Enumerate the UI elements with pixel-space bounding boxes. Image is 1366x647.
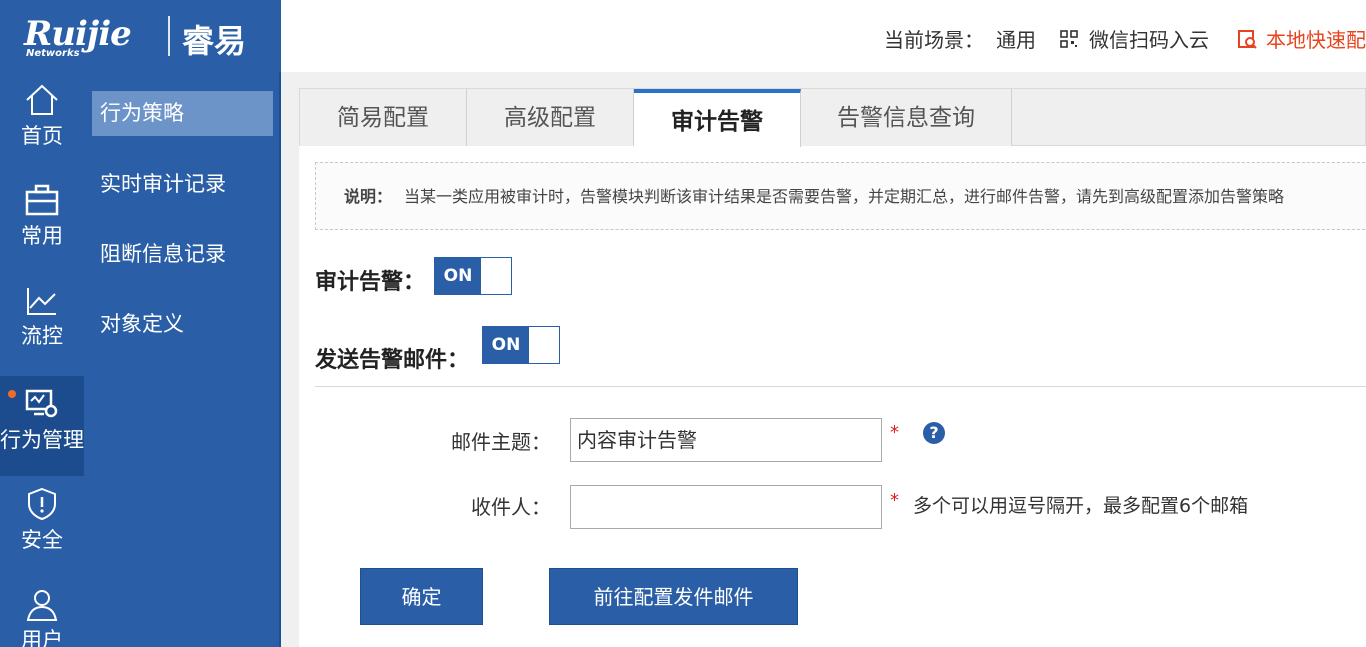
toggle-on-label: ON (483, 327, 529, 363)
audit-alarm-label: 审计告警： (315, 270, 426, 295)
active-dot (8, 390, 16, 398)
nav-item-common[interactable]: 常用 (0, 172, 84, 272)
goto-mail-config-button[interactable]: 前往配置发件邮件 (549, 568, 798, 625)
confirm-button[interactable]: 确定 (360, 568, 483, 625)
briefcase-icon (25, 184, 59, 216)
qr-code-icon[interactable] (1060, 30, 1078, 48)
content-area: 简易配置 高级配置 审计告警 告警信息查询 说明： 当某一类应用被审计时，告警模块… (281, 72, 1366, 647)
nav-item-label: 常用 (21, 224, 63, 248)
mail-subject-label: 邮件主题： (451, 430, 551, 454)
recipient-label: 收件人： (471, 495, 551, 519)
submenu-item-behavior-policy[interactable]: 行为策略 (92, 91, 273, 136)
nav-item-label: 首页 (21, 124, 63, 148)
nav-item-security[interactable]: 安全 (0, 476, 84, 576)
local-quick-config-link[interactable]: 本地快速配 (1266, 24, 1366, 53)
logo-divider (168, 16, 170, 56)
nav-item-label: 流控 (21, 324, 63, 348)
nav-item-label: 用户 (21, 628, 63, 647)
shield-icon (28, 487, 56, 521)
home-icon (26, 84, 58, 115)
tab-alarm-query[interactable]: 告警信息查询 (801, 89, 1012, 146)
nav-item-label: 安全 (21, 528, 63, 552)
wechat-cloud-link[interactable]: 微信扫码入云 (1089, 24, 1209, 53)
scene-value[interactable]: 通用 (996, 24, 1036, 53)
ruijie-logo-sub: Networks (26, 48, 80, 59)
nav-item-label: 行为管理 (0, 428, 84, 452)
config-panel: 简易配置 高级配置 审计告警 告警信息查询 说明： 当某一类应用被审计时，告警模块… (299, 88, 1366, 647)
scene-label: 当前场景： (884, 28, 984, 52)
send-mail-label: 发送告警邮件： (315, 348, 470, 373)
nav-item-behavior-management[interactable]: 行为管理 (0, 376, 84, 476)
audit-alarm-toggle[interactable]: ON (434, 257, 512, 295)
user-icon (26, 590, 58, 621)
recipient-hint: 多个可以用逗号隔开，最多配置6个邮箱 (913, 495, 1249, 517)
note-prefix: 说明： (344, 187, 393, 206)
tab-simple-config[interactable]: 简易配置 (300, 89, 467, 146)
submenu-item-realtime-audit[interactable]: 实时审计记录 (92, 162, 273, 207)
help-icon[interactable]: ? (923, 422, 945, 444)
tab-audit-alarm[interactable]: 审计告警 (634, 89, 801, 147)
note-text: 当某一类应用被审计时，告警模块判断该审计结果是否需要告警，并定期汇总，进行邮件告… (404, 187, 1285, 206)
recipient-input[interactable] (570, 485, 882, 529)
nav-item-flow-control[interactable]: 流控 (0, 272, 84, 372)
tab-advanced-config[interactable]: 高级配置 (467, 89, 634, 146)
description-note: 说明： 当某一类应用被审计时，告警模块判断该审计结果是否需要告警，并定期汇总，进行… (315, 162, 1366, 230)
submenu-item-object-definition[interactable]: 对象定义 (92, 302, 273, 347)
toggle-on-label: ON (435, 258, 481, 294)
submenu-item-block-records[interactable]: 阻断信息记录 (92, 232, 273, 277)
chart-line-icon (27, 288, 56, 315)
logo-area[interactable]: Ruijie Networks 睿易 (0, 0, 281, 72)
sub-menu: 行为策略 实时审计记录 阻断信息记录 对象定义 (84, 72, 281, 647)
quick-config-icon[interactable] (1237, 29, 1257, 49)
nav-item-home[interactable]: 首页 (0, 72, 84, 172)
required-mark: * (890, 422, 899, 443)
tab-bar: 简易配置 高级配置 审计告警 告警信息查询 (299, 88, 1366, 147)
top-header: Ruijie Networks 睿易 当前场景： 通用 微信扫码入云 本地快速配 (0, 0, 1366, 72)
required-mark: * (890, 490, 899, 511)
main-nav: 首页 常用 流控 行为管理 安全 用户 (0, 72, 84, 647)
mail-subject-input[interactable] (570, 418, 882, 462)
product-name: 睿易 (182, 22, 247, 60)
send-mail-toggle[interactable]: ON (482, 326, 560, 364)
section-divider (315, 386, 1366, 387)
nav-item-user[interactable]: 用户 (0, 576, 84, 647)
monitor-gear-icon (25, 389, 58, 418)
